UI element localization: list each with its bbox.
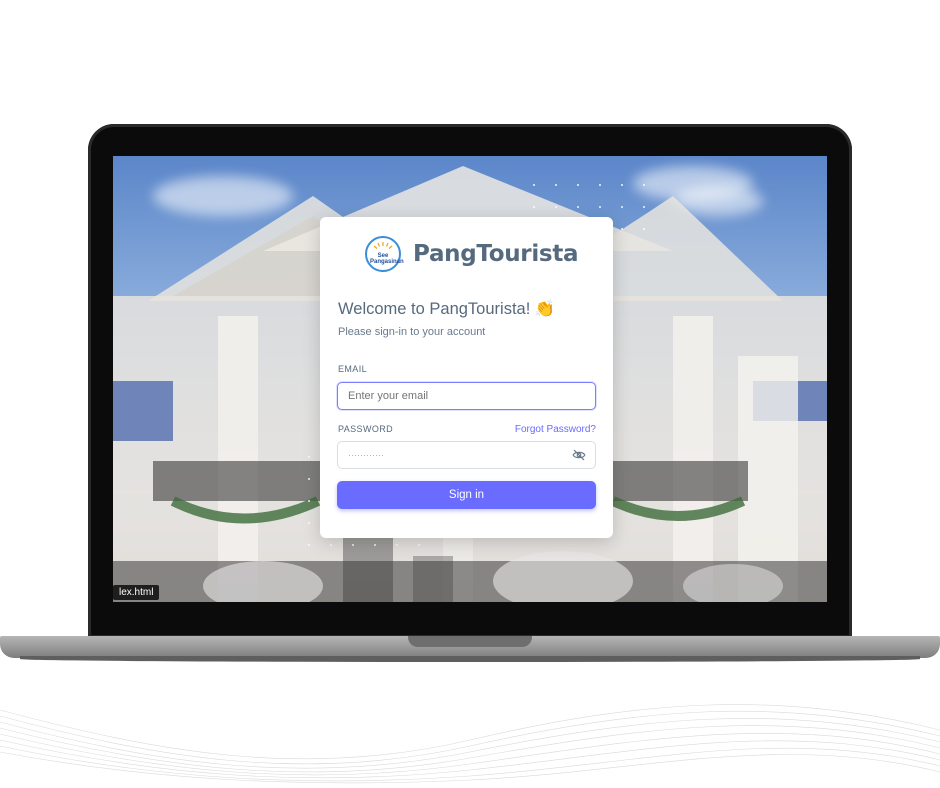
browser-tab-label[interactable]: lex.html [113, 585, 160, 600]
email-input[interactable] [337, 382, 596, 410]
welcome-subtitle: Please sign-in to your account [338, 326, 486, 338]
brand-name: PangTourista [413, 241, 579, 267]
password-masked-value: ············ [348, 450, 384, 460]
eye-off-icon[interactable] [572, 448, 586, 462]
password-label: PASSWORD [338, 424, 394, 434]
brand-header: See Pangasinan PangTourista [365, 236, 579, 272]
login-card: See Pangasinan PangTourista Welcome to P… [320, 217, 613, 538]
sun-logo-icon: See Pangasinan [365, 236, 404, 272]
laptop-notch [408, 636, 532, 647]
laptop-foot [20, 656, 920, 662]
logo-text: See Pangasinan [370, 253, 404, 265]
sign-in-button[interactable]: Sign in [337, 481, 596, 509]
password-input[interactable]: ············ [337, 441, 596, 469]
decorative-waves [0, 704, 940, 784]
email-label: EMAIL [338, 364, 368, 374]
forgot-password-link[interactable]: Forgot Password? [515, 424, 596, 435]
welcome-heading: Welcome to PangTourista! 👏 [338, 300, 556, 318]
